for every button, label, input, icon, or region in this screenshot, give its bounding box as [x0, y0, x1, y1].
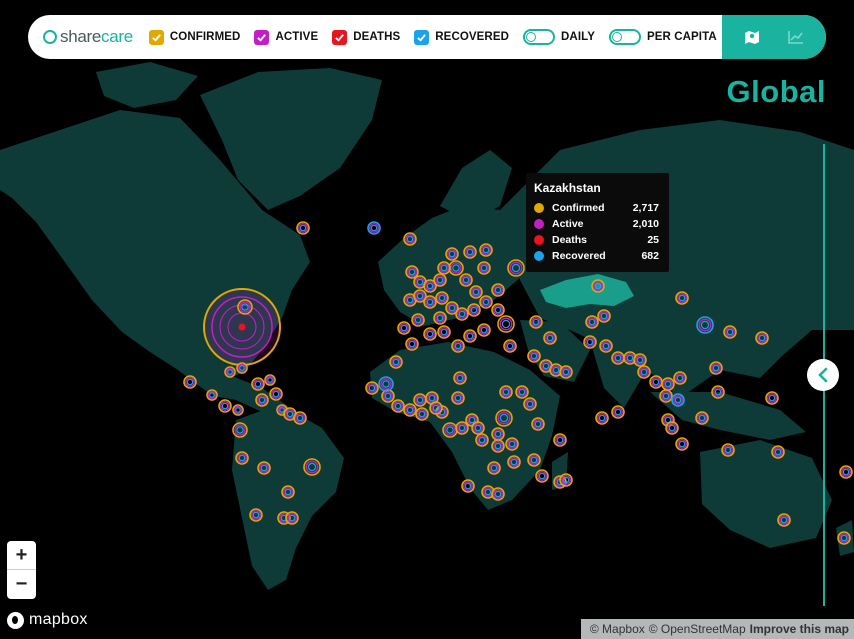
check-icon	[257, 33, 267, 42]
case-marker[interactable]	[405, 337, 419, 351]
case-marker[interactable]	[206, 389, 218, 401]
region-title: Global	[726, 74, 826, 109]
filter-toolbar: share care CONFIRMED ACTIVE DEATHS RECOVE…	[28, 15, 826, 59]
case-marker[interactable]	[503, 339, 517, 353]
case-marker[interactable]	[839, 465, 853, 479]
checkbox-recovered[interactable]	[414, 29, 430, 45]
case-marker[interactable]	[649, 375, 663, 389]
zoom-in-button[interactable]: +	[7, 541, 36, 570]
tooltip-row-confirmed: Confirmed 2,717	[534, 200, 659, 216]
tooltip-value: 25	[647, 234, 659, 246]
landmass-canadian-arctic	[96, 62, 198, 108]
case-marker[interactable]	[423, 327, 437, 341]
case-marker[interactable]	[264, 374, 276, 386]
case-marker[interactable]	[461, 479, 475, 493]
checkbox-active[interactable]	[254, 29, 270, 45]
map-attribution: © Mapbox © OpenStreetMap Improve this ma…	[580, 619, 854, 639]
case-marker[interactable]	[765, 391, 779, 405]
tooltip-label: Confirmed	[552, 202, 605, 214]
case-marker[interactable]	[397, 321, 411, 335]
tooltip-row-active: Active 2,010	[534, 216, 659, 232]
filter-deaths[interactable]: DEATHS	[332, 29, 401, 45]
filter-label-active: ACTIVE	[275, 31, 319, 43]
toggle-label-daily: DAILY	[561, 31, 595, 43]
toggle-per-capita[interactable]: PER CAPITA	[608, 29, 717, 45]
mapbox-logo[interactable]: mapbox	[7, 611, 88, 629]
checkbox-confirmed[interactable]	[148, 29, 164, 45]
filter-active[interactable]: ACTIVE	[254, 29, 319, 45]
filter-confirmed[interactable]: CONFIRMED	[148, 29, 241, 45]
logo-text-care: care	[101, 27, 133, 46]
recovered-dot-icon	[534, 251, 544, 261]
case-marker[interactable]	[183, 375, 197, 389]
deaths-dot-icon	[534, 235, 544, 245]
mapbox-logo-text: mapbox	[29, 611, 88, 628]
filter-label-deaths: DEATHS	[353, 31, 401, 43]
country-tooltip: Kazakhstan Confirmed 2,717 Active 2,010 …	[526, 173, 669, 272]
case-marker[interactable]	[251, 377, 265, 391]
case-marker[interactable]	[665, 421, 679, 435]
mapbox-logo-icon	[7, 611, 24, 629]
case-marker[interactable]	[437, 325, 451, 339]
case-marker[interactable]	[535, 469, 549, 483]
tooltip-label: Recovered	[552, 250, 606, 262]
case-marker[interactable]	[595, 411, 609, 425]
mapbox-attribution-link[interactable]: © Mapbox	[590, 622, 645, 636]
case-marker[interactable]	[491, 303, 505, 317]
view-switcher	[722, 15, 826, 59]
tooltip-value: 2,717	[632, 202, 659, 214]
active-dot-icon	[534, 219, 544, 229]
tooltip-country-name: Kazakhstan	[534, 181, 601, 195]
case-marker[interactable]	[477, 323, 491, 337]
case-marker[interactable]	[367, 221, 381, 235]
toggle-switch-daily[interactable]	[523, 29, 556, 45]
case-marker[interactable]	[296, 221, 310, 235]
tooltip-value: 682	[641, 250, 659, 262]
tooltip-row-recovered: Recovered 682	[534, 248, 659, 264]
osm-attribution-link[interactable]: © OpenStreetMap	[649, 622, 746, 636]
filter-label-recovered: RECOVERED	[435, 31, 510, 43]
improve-map-link[interactable]: Improve this map	[750, 622, 849, 636]
tooltip-label: Active	[552, 218, 584, 230]
check-icon	[152, 33, 161, 42]
case-marker[interactable]	[218, 399, 232, 413]
landmass-australia	[700, 440, 832, 548]
case-marker[interactable]	[232, 404, 244, 416]
case-marker[interactable]	[675, 437, 689, 451]
tooltip-row-deaths: Deaths 25	[534, 232, 659, 248]
sharecare-logo[interactable]: share care	[43, 27, 133, 47]
chevron-left-icon	[818, 367, 828, 383]
case-marker[interactable]	[497, 315, 515, 333]
case-marker[interactable]	[583, 335, 597, 349]
chart-view-icon[interactable]	[781, 22, 811, 52]
toggle-switch-per-capita[interactable]	[608, 29, 641, 45]
map-view-icon[interactable]	[737, 22, 767, 52]
toggle-label-per-capita: PER CAPITA	[646, 31, 717, 43]
case-marker[interactable]	[611, 405, 625, 419]
toggle-daily[interactable]: DAILY	[523, 29, 595, 45]
zoom-out-button[interactable]: −	[7, 570, 36, 599]
case-marker[interactable]	[553, 433, 567, 447]
logo-text-share: share	[60, 27, 102, 46]
case-marker[interactable]	[463, 329, 477, 343]
confirmed-dot-icon	[534, 203, 544, 213]
land-masses	[0, 62, 854, 590]
expand-panel-button[interactable]	[807, 359, 839, 391]
checkbox-deaths[interactable]	[332, 29, 348, 45]
tooltip-label: Deaths	[552, 234, 588, 246]
filter-recovered[interactable]: RECOVERED	[414, 29, 510, 45]
filter-label-confirmed: CONFIRMED	[169, 31, 241, 43]
zoom-control: + −	[7, 541, 36, 599]
check-icon	[335, 33, 345, 42]
case-marker[interactable]	[269, 387, 283, 401]
check-icon	[417, 33, 427, 42]
tooltip-value: 2,010	[632, 218, 659, 230]
sharecare-logo-icon	[43, 30, 57, 44]
